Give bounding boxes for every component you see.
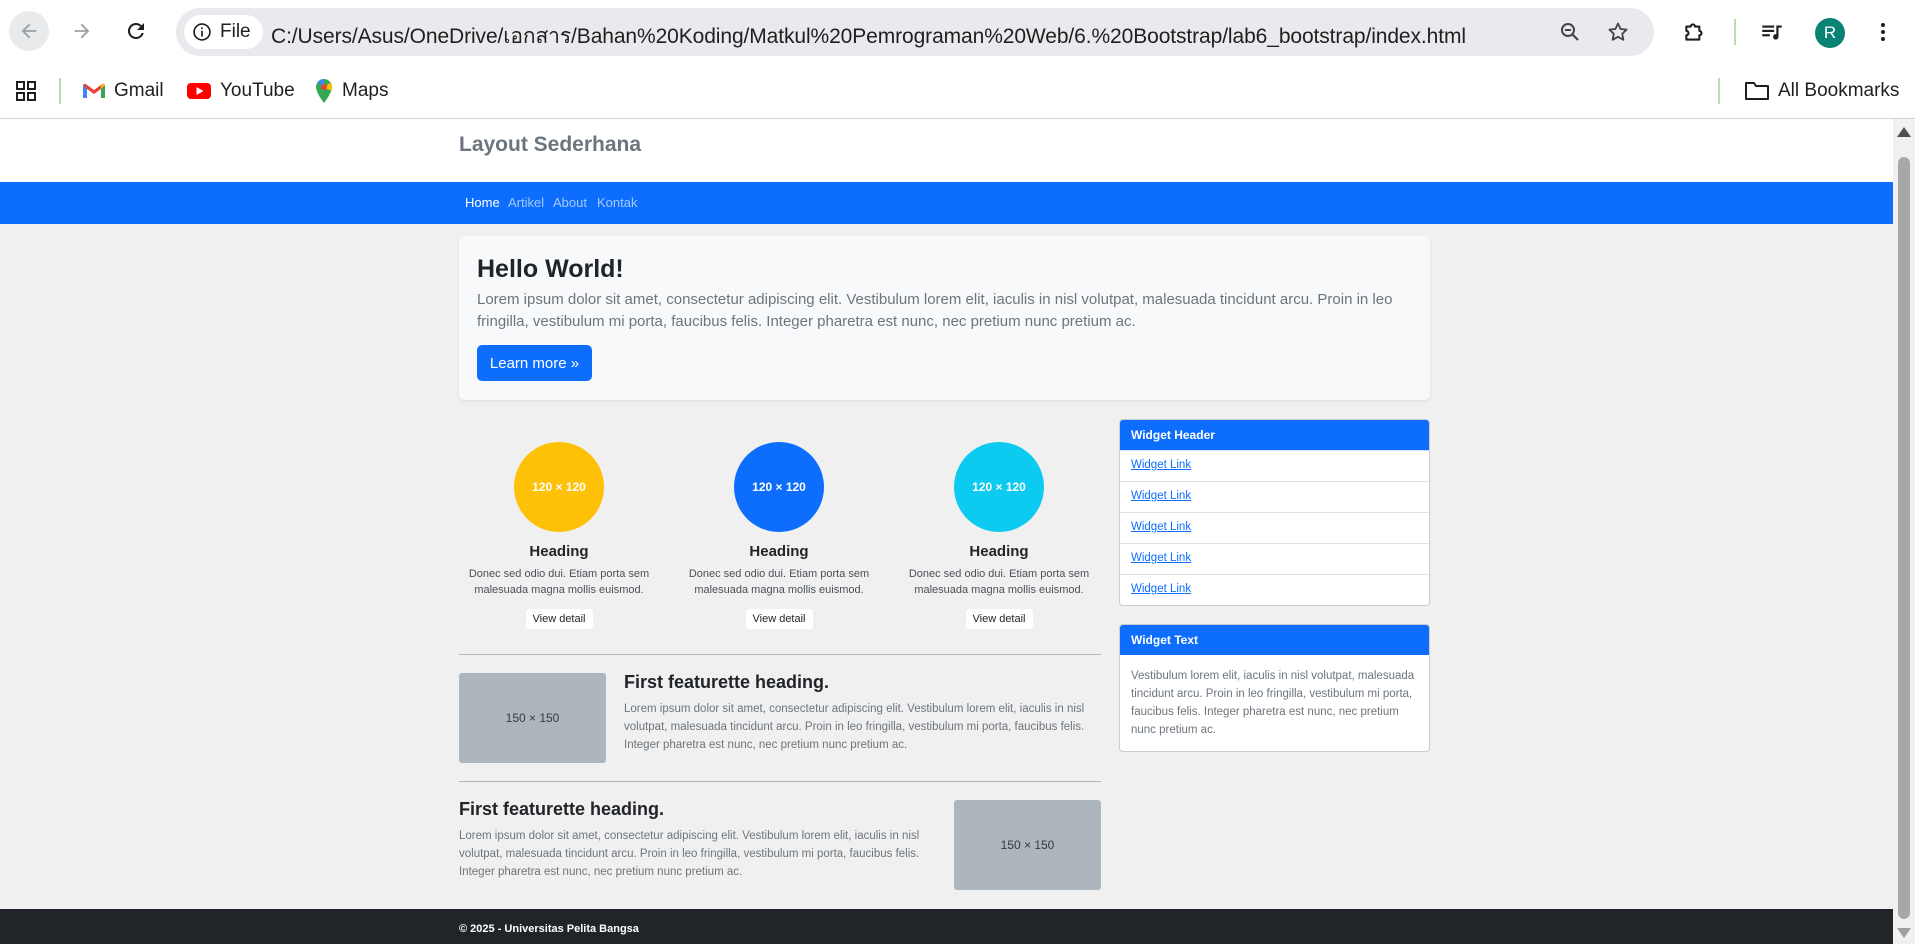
- folder-icon: [1745, 82, 1769, 100]
- widget-text-card: Widget Text Vestibulum lorem elit, iacul…: [1119, 624, 1430, 752]
- widget-links-card: Widget Header Widget Link Widget Link Wi…: [1119, 419, 1430, 606]
- circle-image-placeholder: 120 × 120: [954, 442, 1044, 532]
- widget-link-item: Widget Link: [1120, 512, 1429, 543]
- gmail-icon: [83, 83, 105, 98]
- bookmarks-bar: Gmail YouTube Maps All Bookmarks: [0, 65, 1915, 119]
- view-detail-button[interactable]: View detail: [525, 609, 593, 629]
- widget-link-item: Widget Link: [1120, 574, 1429, 605]
- arrow-left-icon: [21, 23, 37, 39]
- section-divider: [459, 781, 1101, 782]
- forward-button[interactable]: [62, 11, 102, 51]
- featurette-text: Lorem ipsum dolor sit amet, consectetur …: [624, 703, 1085, 751]
- feature-column: 120 × 120 Heading Donec sed odio dui. Et…: [679, 442, 879, 629]
- extensions-button[interactable]: [1680, 17, 1710, 47]
- widget-header: Widget Header: [1120, 420, 1429, 450]
- view-detail-button[interactable]: View detail: [745, 609, 813, 629]
- maps-icon: [316, 79, 332, 103]
- all-bookmarks-label: All Bookmarks: [1778, 80, 1900, 101]
- youtube-icon: [187, 83, 211, 99]
- star-icon[interactable]: [1606, 20, 1630, 44]
- section-divider: [459, 654, 1101, 655]
- nav-link-about[interactable]: About: [553, 195, 587, 210]
- column-heading: Heading: [749, 543, 809, 560]
- puzzle-icon: [1685, 23, 1703, 41]
- nav-link-kontak[interactable]: Kontak: [597, 195, 637, 210]
- site-header: Layout Sederhana: [0, 119, 1893, 182]
- arrow-right-icon: [74, 23, 90, 39]
- apps-grid-icon: [16, 81, 36, 101]
- widget-body-text: Vestibulum lorem elit, iaculis in nisl v…: [1131, 670, 1415, 736]
- playlist-icon: [1762, 25, 1782, 40]
- page-viewport: Layout Sederhana Home Artikel About Kont…: [0, 119, 1893, 944]
- widget-header: Widget Text: [1120, 625, 1429, 655]
- info-icon: [193, 23, 211, 41]
- circle-image-placeholder: 120 × 120: [734, 442, 824, 532]
- main-navbar: Home Artikel About Kontak: [0, 182, 1893, 224]
- scroll-thumb[interactable]: [1898, 157, 1910, 919]
- featurette-image-placeholder: 150 × 150: [954, 800, 1101, 890]
- all-bookmarks-button[interactable]: All Bookmarks: [1744, 77, 1899, 105]
- hero-title: Hello World!: [477, 255, 624, 283]
- scroll-down-arrow-icon[interactable]: [1897, 928, 1911, 938]
- zoom-icon[interactable]: [1558, 20, 1582, 44]
- column-text: Donec sed odio dui. Etiam porta sem male…: [468, 568, 650, 596]
- site-footer: © 2025 - Universitas Pelita Bangsa: [0, 909, 1893, 944]
- reload-button[interactable]: [116, 11, 156, 51]
- featurette-image-placeholder: 150 × 150: [459, 673, 606, 763]
- footer-copyright: © 2025 - Universitas Pelita Bangsa: [459, 923, 639, 935]
- scroll-up-arrow-icon[interactable]: [1897, 127, 1911, 137]
- apps-button[interactable]: [14, 77, 38, 105]
- widget-link-item: Widget Link: [1120, 450, 1429, 481]
- toolbar-divider: [1734, 19, 1736, 45]
- kebab-menu-icon: [1881, 23, 1885, 41]
- address-bar[interactable]: File C:/Users/Asus/OneDrive/เอกสาร/Bahan…: [176, 8, 1654, 56]
- widget-link[interactable]: Widget Link: [1131, 459, 1191, 471]
- column-text: Donec sed odio dui. Etiam porta sem male…: [688, 568, 870, 596]
- feature-column: 120 × 120 Heading Donec sed odio dui. Et…: [899, 442, 1099, 629]
- widget-link[interactable]: Widget Link: [1131, 583, 1191, 595]
- media-control-button[interactable]: [1757, 17, 1787, 47]
- bookmark-label: Maps: [342, 80, 389, 101]
- bookmark-maps[interactable]: Maps: [314, 77, 388, 105]
- profile-avatar[interactable]: R: [1815, 18, 1845, 48]
- featurette-text: Lorem ipsum dolor sit amet, consectetur …: [459, 830, 920, 878]
- url-text[interactable]: C:/Users/Asus/OneDrive/เอกสาร/Bahan%20Ko…: [271, 20, 1466, 53]
- widget-link-item: Widget Link: [1120, 481, 1429, 512]
- hero-jumbotron: Hello World! Lorem ipsum dolor sit amet,…: [459, 236, 1430, 400]
- site-title: Layout Sederhana: [459, 133, 642, 156]
- bookmarks-divider: [1718, 78, 1720, 104]
- bookmark-youtube[interactable]: YouTube: [186, 77, 295, 105]
- nav-link-artikel[interactable]: Artikel: [508, 195, 544, 210]
- page-scrollbar[interactable]: [1893, 119, 1915, 944]
- circle-image-placeholder: 120 × 120: [514, 442, 604, 532]
- reload-icon: [127, 22, 144, 39]
- column-heading: Heading: [529, 543, 589, 560]
- menu-button[interactable]: [1868, 17, 1898, 47]
- site-info-chip[interactable]: File: [184, 15, 263, 49]
- back-button[interactable]: [9, 11, 49, 51]
- learn-more-button[interactable]: Learn more »: [477, 345, 592, 381]
- bookmarks-divider: [59, 78, 61, 104]
- featurette-heading: First featurette heading.: [459, 799, 665, 819]
- feature-column: 120 × 120 Heading Donec sed odio dui. Et…: [459, 442, 659, 629]
- bookmark-label: YouTube: [220, 80, 295, 101]
- widget-link[interactable]: Widget Link: [1131, 552, 1191, 564]
- view-detail-button[interactable]: View detail: [965, 609, 1033, 629]
- site-chip-label: File: [220, 21, 251, 42]
- bookmark-label: Gmail: [114, 80, 164, 101]
- widget-link[interactable]: Widget Link: [1131, 490, 1191, 502]
- featurette-heading: First featurette heading.: [624, 672, 830, 692]
- column-heading: Heading: [969, 543, 1029, 560]
- column-text: Donec sed odio dui. Etiam porta sem male…: [908, 568, 1090, 596]
- browser-toolbar: File C:/Users/Asus/OneDrive/เอกสาร/Bahan…: [0, 0, 1915, 65]
- bookmark-gmail[interactable]: Gmail: [82, 77, 164, 105]
- widget-link[interactable]: Widget Link: [1131, 521, 1191, 533]
- widget-link-item: Widget Link: [1120, 543, 1429, 574]
- hero-text: Lorem ipsum dolor sit amet, consectetur …: [477, 291, 1393, 330]
- nav-link-home[interactable]: Home: [465, 195, 500, 210]
